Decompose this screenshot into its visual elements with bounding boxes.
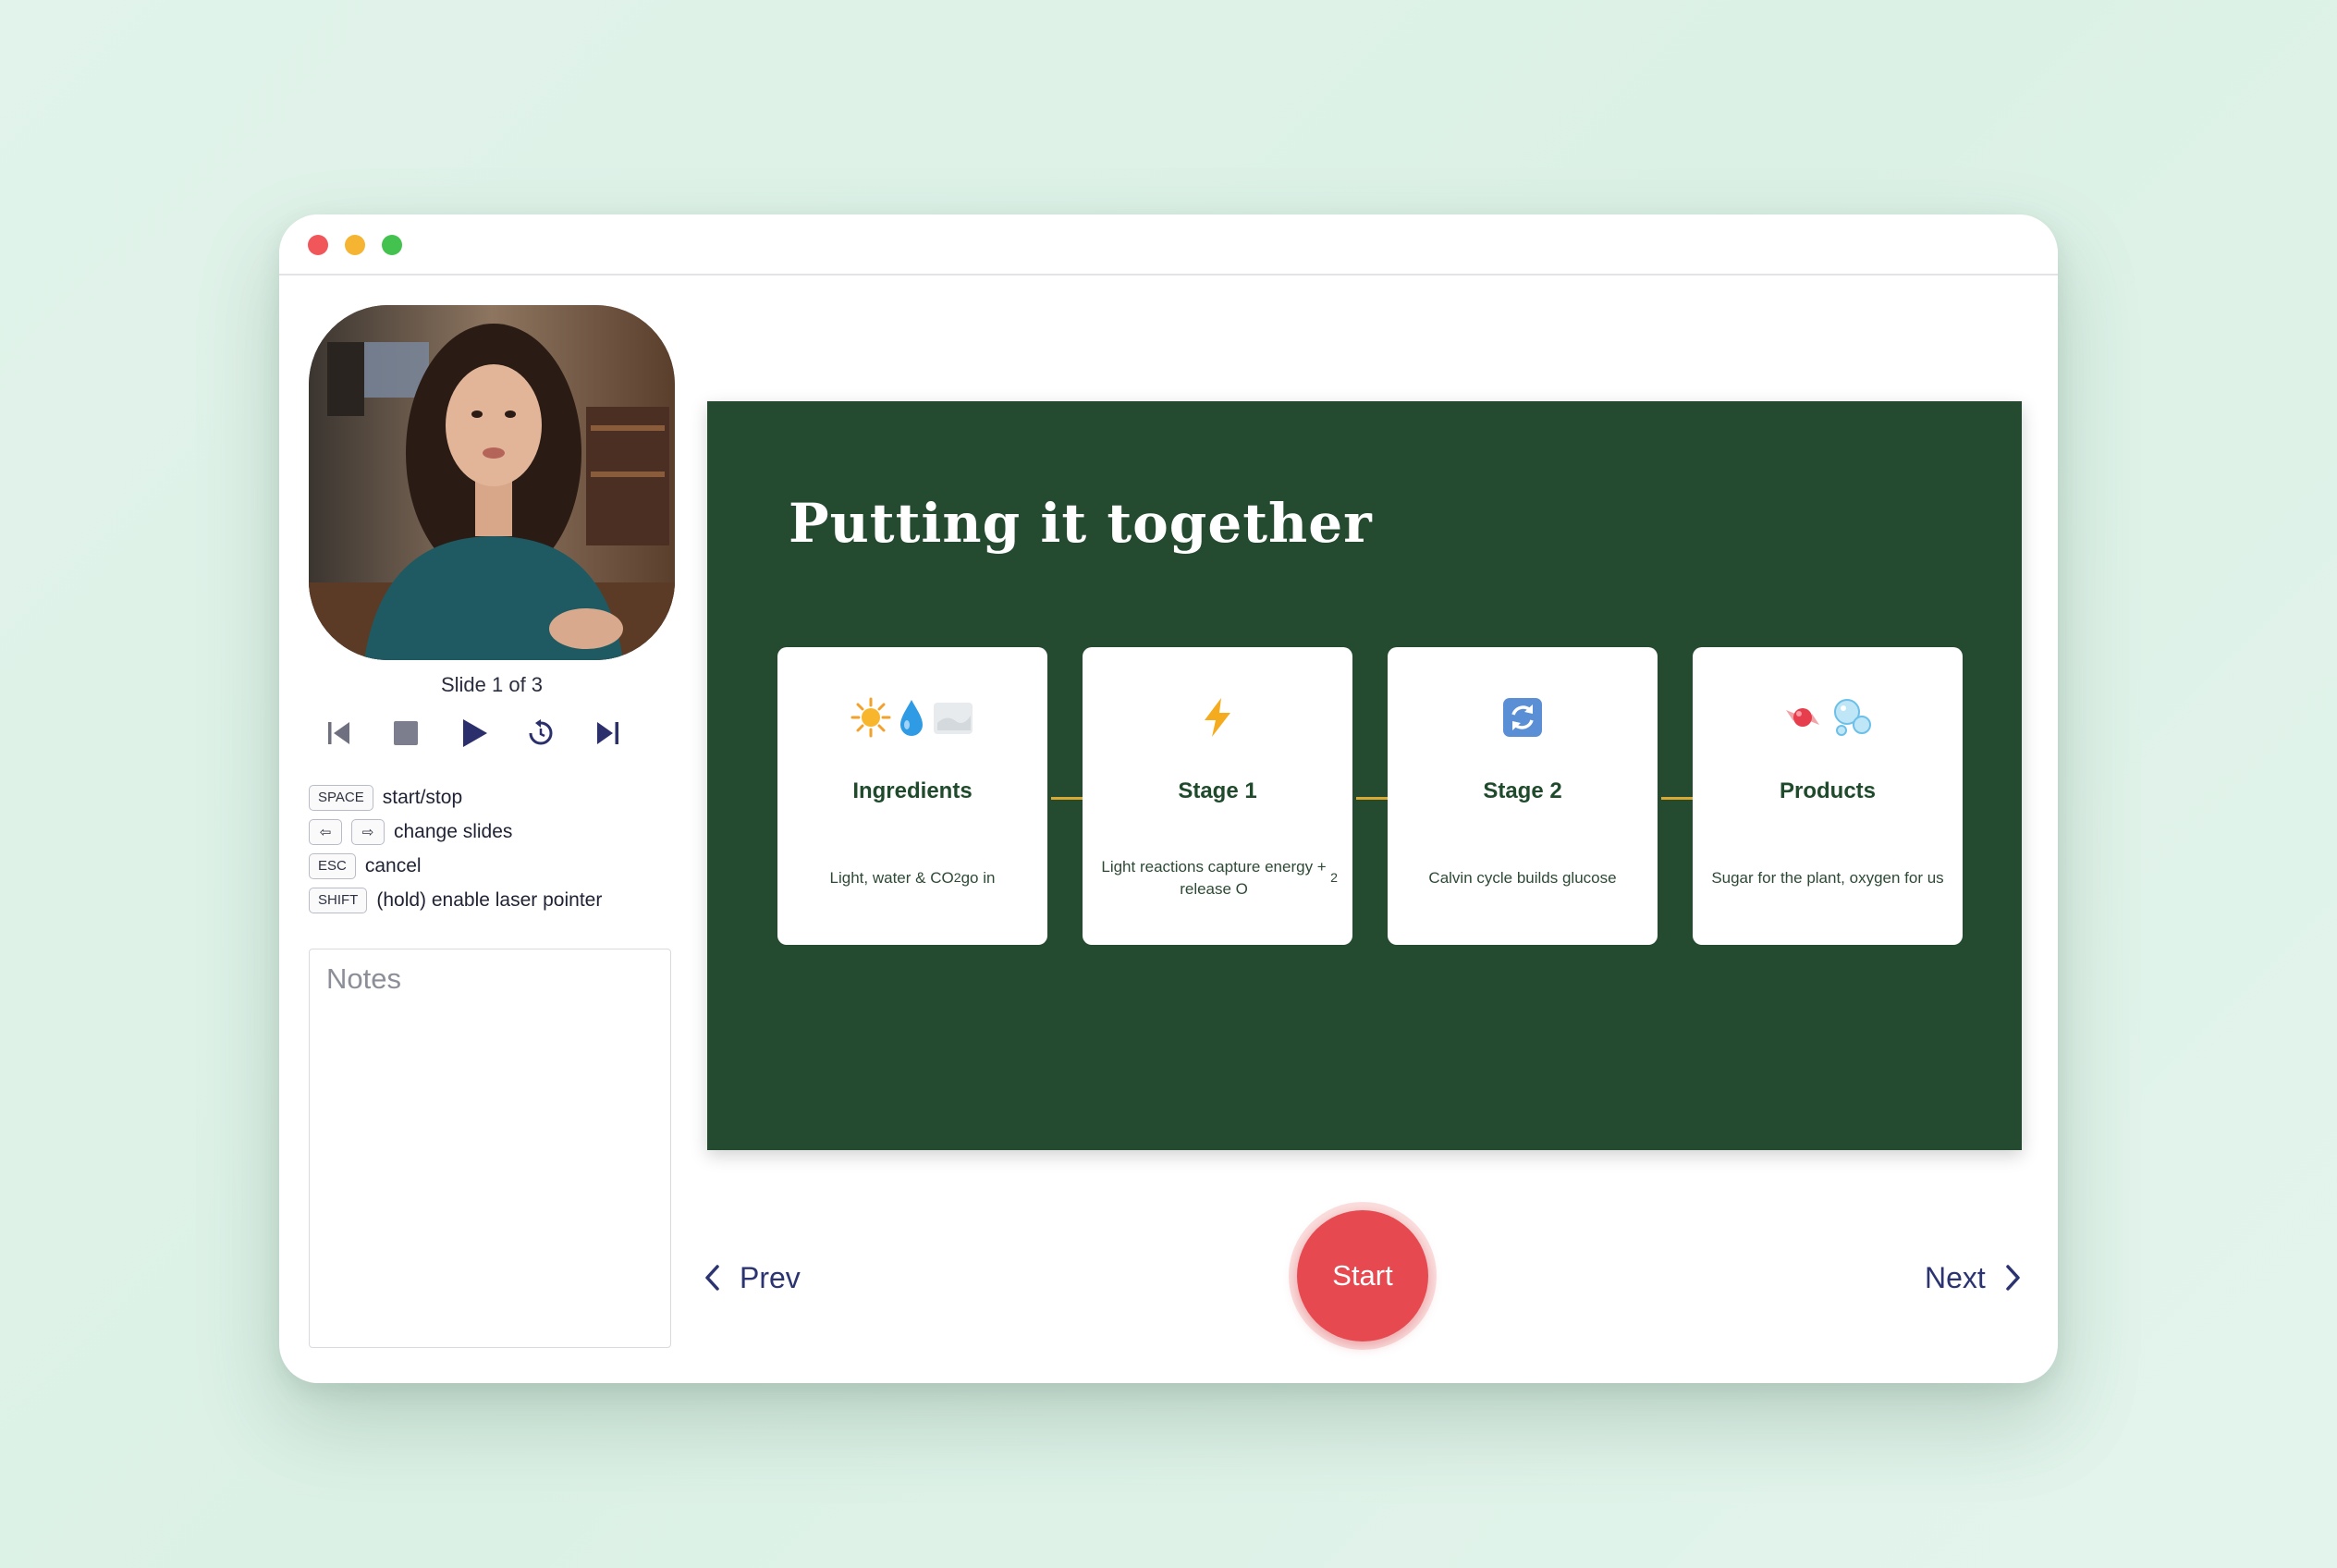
keyboard-shortcuts: SPACE start/stop ⇦ ⇨ change slides ESC c…	[309, 780, 679, 917]
card-title: Ingredients	[852, 778, 973, 803]
shortcut-label: change slides	[394, 820, 513, 842]
prev-label: Prev	[740, 1260, 801, 1294]
shortcut-row: SPACE start/stop	[309, 780, 679, 815]
shortcut-label: (hold) enable laser pointer	[376, 888, 603, 911]
card-description: Sugar for the plant, oxygen for us	[1711, 869, 1944, 887]
restart-button[interactable]	[518, 710, 564, 756]
shortcut-row: ⇦ ⇨ change slides	[309, 815, 679, 849]
minimize-window-button[interactable]	[345, 235, 365, 255]
chevron-right-icon	[2006, 1265, 2020, 1291]
cloud-icon	[934, 703, 973, 734]
shortcut-row: ESC cancel	[309, 849, 679, 883]
card-description: Light, water & CO 2 go in	[829, 869, 996, 887]
stop-icon	[394, 721, 418, 745]
left-arrow-key-icon: ⇦	[309, 818, 342, 845]
skip-back-icon	[328, 722, 349, 744]
flow-card-stage-2: Stage 2 Calvin cycle builds glucose	[1388, 647, 1658, 945]
flow-card-ingredients: Ingredients Light, water & CO 2 go in	[777, 647, 1047, 945]
card-icons	[1693, 690, 1963, 745]
card-description: Calvin cycle builds glucose	[1428, 869, 1617, 887]
slide-title: Putting it together	[789, 492, 1373, 555]
webcam-preview	[309, 305, 675, 660]
card-title: Stage 2	[1483, 778, 1562, 803]
media-controls	[316, 710, 667, 756]
maximize-window-button[interactable]	[382, 235, 402, 255]
shortcut-row: SHIFT (hold) enable laser pointer	[309, 883, 679, 917]
shortcut-label: start/stop	[382, 786, 463, 808]
chevron-left-icon	[705, 1265, 719, 1291]
slide-canvas: Putting it together Ingredients Light, w…	[707, 401, 2022, 1150]
lightning-icon	[1205, 698, 1230, 737]
skip-forward-button[interactable]	[584, 710, 630, 756]
start-button[interactable]: Start	[1297, 1210, 1428, 1341]
stop-button[interactable]	[383, 710, 429, 756]
water-drop-icon	[900, 700, 923, 736]
sun-icon	[850, 697, 891, 738]
slide-counter: Slide 1 of 3	[440, 673, 544, 696]
shortcut-label: cancel	[364, 854, 422, 876]
cycle-arrows-icon	[1503, 698, 1542, 737]
app-window: Slide 1 of 3 SPACE start/stop ⇦ ⇨ change…	[279, 214, 2058, 1383]
skip-back-button[interactable]	[316, 710, 362, 756]
right-arrow-key-icon: ⇨	[351, 818, 385, 845]
notes-field[interactable]	[309, 949, 671, 1348]
play-icon	[463, 719, 487, 747]
card-icons	[1388, 690, 1658, 745]
card-icons	[1083, 690, 1352, 745]
play-button[interactable]	[451, 710, 497, 756]
card-icons	[777, 690, 1047, 745]
close-window-button[interactable]	[308, 235, 328, 255]
card-title: Products	[1779, 778, 1876, 803]
flow-connector	[1051, 797, 1086, 800]
next-label: Next	[1925, 1260, 1986, 1294]
prev-button[interactable]: Prev	[703, 1250, 801, 1305]
flow-card-stage-1: Stage 1 Light reactions capture energy +…	[1083, 647, 1352, 945]
candy-icon	[1786, 708, 1819, 727]
title-bar	[279, 214, 2058, 276]
presenter-video	[309, 305, 675, 660]
key-space: SPACE	[309, 784, 373, 811]
restart-icon	[529, 719, 553, 745]
bubbles-icon	[1834, 699, 1871, 736]
card-description: Light reactions capture energy + release…	[1101, 858, 1338, 898]
card-title: Stage 1	[1178, 778, 1257, 803]
key-esc: ESC	[309, 852, 356, 879]
flow-card-products: Products Sugar for the plant, oxygen for…	[1693, 647, 1963, 945]
skip-forward-icon	[597, 722, 618, 744]
flow-connector	[1356, 797, 1391, 800]
key-shift: SHIFT	[309, 887, 368, 913]
flow-connector	[1661, 797, 1696, 800]
next-button[interactable]: Next	[1925, 1250, 2023, 1305]
